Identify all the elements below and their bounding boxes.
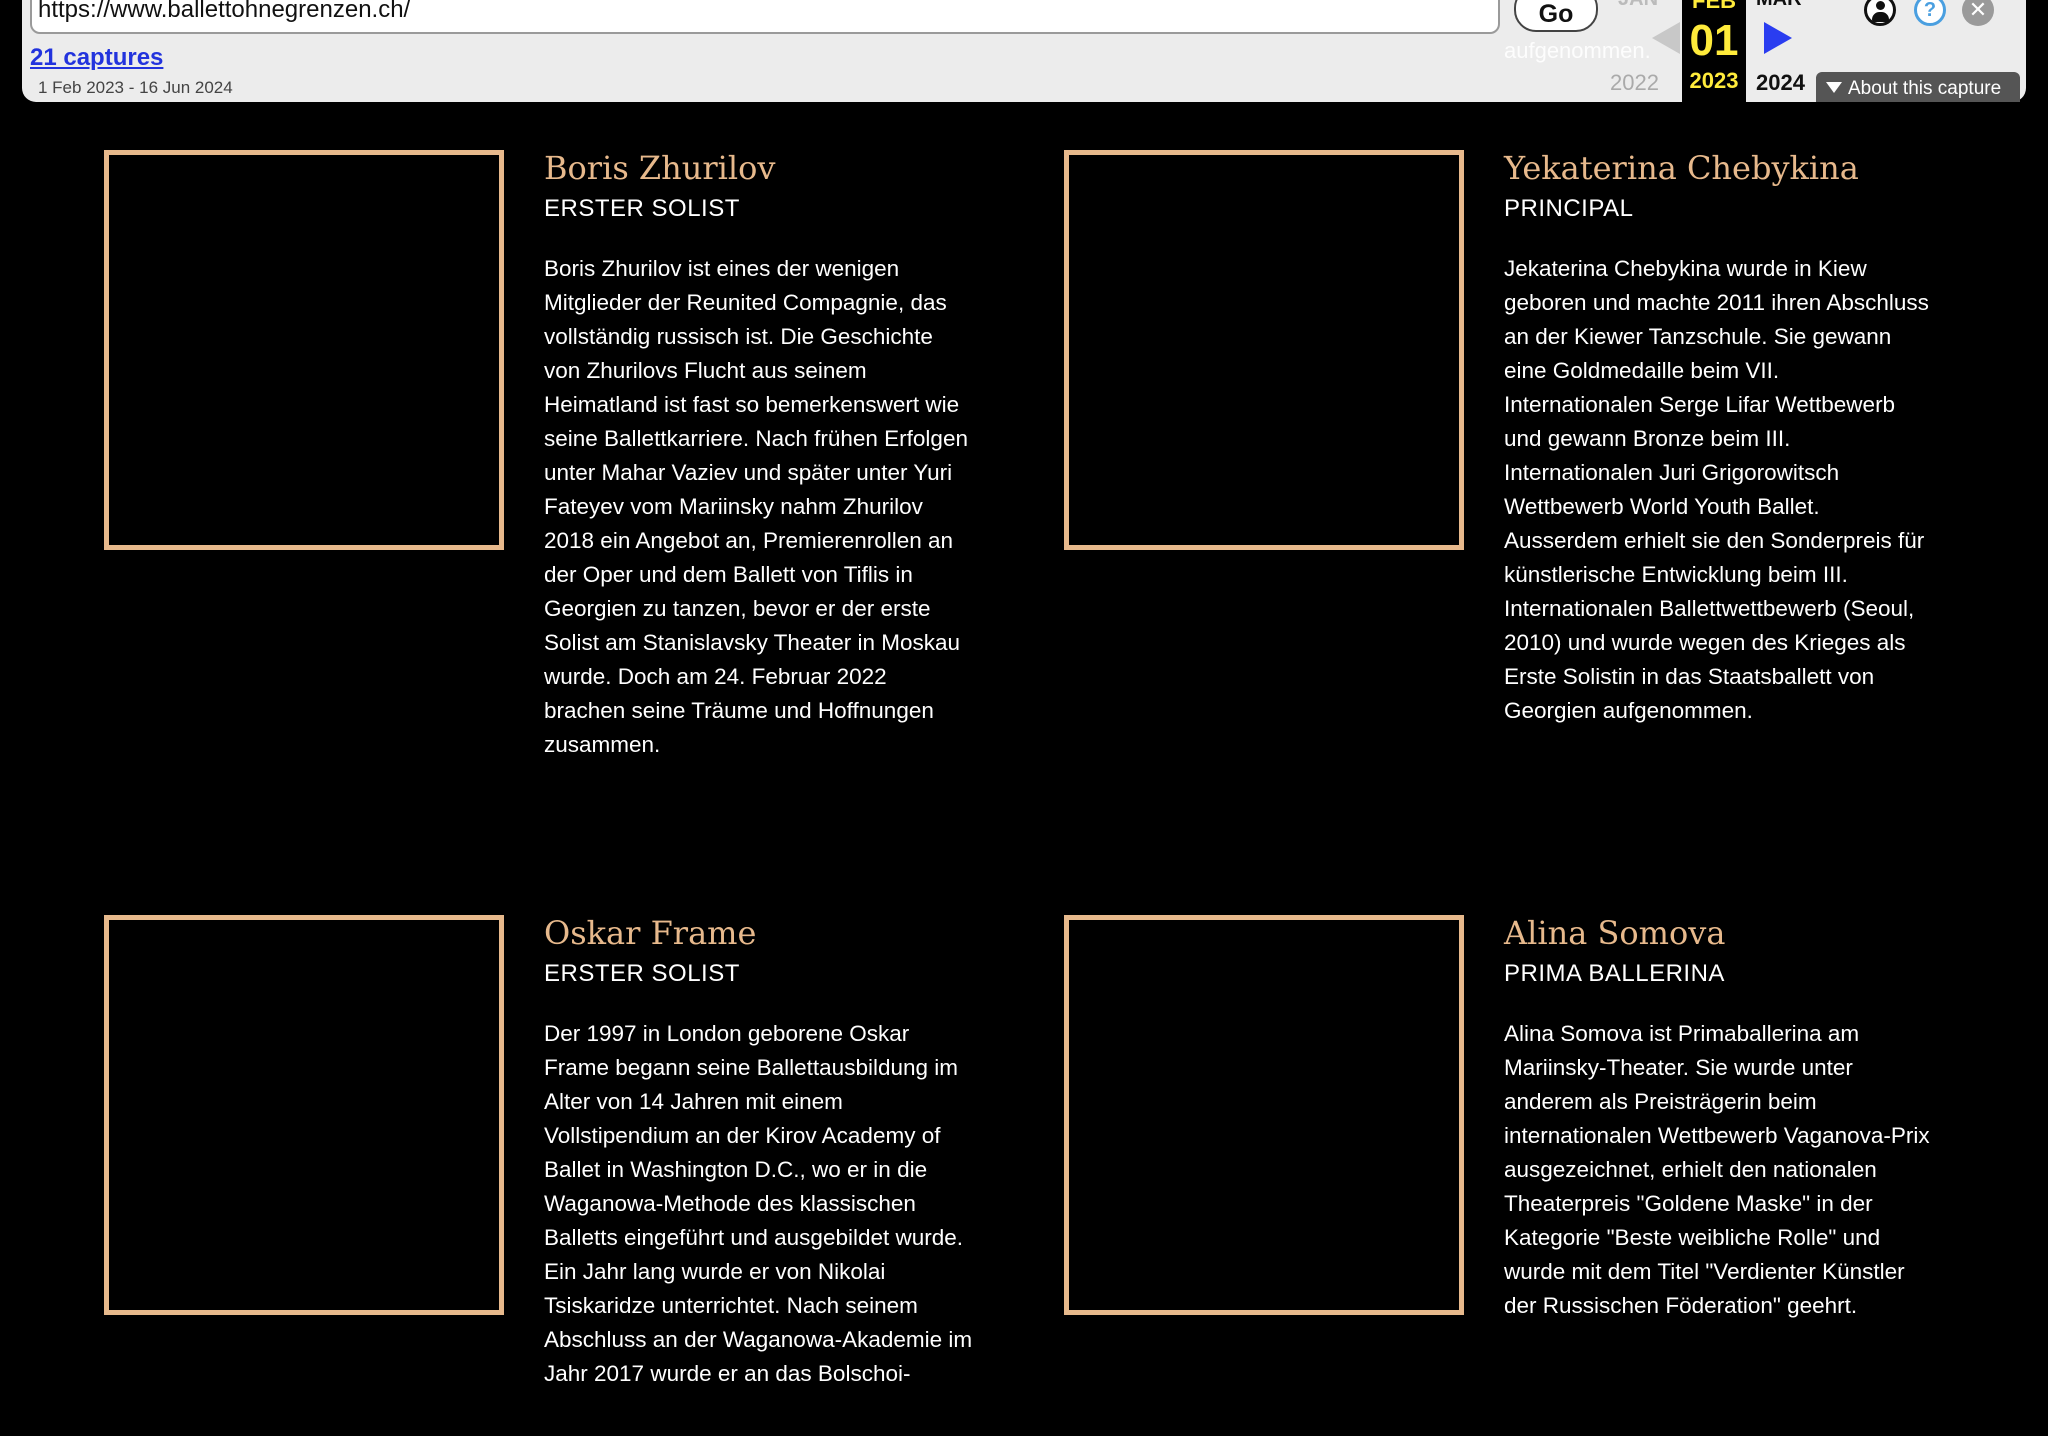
dancer-name: Boris Zhurilov — [544, 149, 776, 187]
captures-link[interactable]: 21 captures — [30, 44, 163, 72]
user-account-icon[interactable] — [1864, 0, 1896, 26]
dancer-info: Yekaterina Chebykina PRINCIPAL Jekaterin… — [1504, 150, 1934, 728]
dancer-name: Alina Somova — [1504, 914, 1726, 952]
dancer-role: ERSTER SOLIST — [544, 960, 740, 987]
dancer-bio: Boris Zhurilov ist eines der wenigen Mit… — [544, 256, 968, 757]
next-month-label[interactable]: MAR — [1756, 0, 1802, 11]
current-month: FEB — [1692, 0, 1736, 13]
dancer-info: Alina Somova PRIMA BALLERINA Alina Somov… — [1504, 915, 1934, 1323]
current-capture-date: FEB 01 2023 — [1682, 0, 1746, 102]
dancer-name: Yekaterina Chebykina — [1504, 149, 1859, 187]
next-year-label[interactable]: 2024 — [1756, 70, 1805, 96]
dancer-info: Oskar Frame ERSTER SOLIST Der 1997 in Lo… — [544, 915, 974, 1391]
dancer-name: Oskar Frame — [544, 914, 757, 952]
help-icon[interactable]: ? — [1914, 0, 1946, 26]
dancer-photo — [1064, 150, 1464, 550]
chevron-down-icon — [1826, 82, 1842, 93]
background-bleed-text: aufgenommen. — [1504, 38, 1651, 63]
user-icon-body — [1872, 12, 1889, 22]
current-year: 2023 — [1689, 68, 1739, 93]
url-input[interactable]: https://www.ballettohnegrenzen.ch/ — [30, 0, 1500, 34]
dancer-bio: Jekaterina Chebykina wurde in Kiew gebor… — [1504, 256, 1929, 723]
next-capture-arrow-icon[interactable] — [1764, 22, 1792, 54]
dancer-role: PRIMA BALLERINA — [1504, 960, 1725, 987]
dancer-info: Boris Zhurilov ERSTER SOLIST Boris Zhuri… — [544, 150, 974, 762]
dancer-role: ERSTER SOLIST — [544, 195, 740, 222]
dancer-photo — [104, 150, 504, 550]
capture-date-range: 1 Feb 2023 - 16 Jun 2024 — [38, 78, 233, 97]
prev-month-label[interactable]: JAN — [1618, 0, 1658, 11]
dancer-photo — [104, 915, 504, 1315]
about-capture-label: About this capture — [1848, 78, 2002, 99]
wayback-toolbar-panel: https://www.ballettohnegrenzen.ch/ Go au… — [22, 0, 2026, 102]
wayback-toolbar: https://www.ballettohnegrenzen.ch/ Go au… — [14, 0, 2034, 112]
prev-capture-arrow-icon[interactable] — [1652, 22, 1680, 54]
prev-year-label[interactable]: 2022 — [1610, 70, 1659, 96]
user-icon-head — [1876, 1, 1885, 10]
dancer-bio: Der 1997 in London geborene Oskar Frame … — [544, 1021, 973, 1386]
dancer-photo — [1064, 915, 1464, 1315]
dancer-role: PRINCIPAL — [1504, 195, 1634, 222]
dancer-bio: Alina Somova ist Primaballerina am Marii… — [1504, 1021, 1930, 1318]
close-icon[interactable]: ✕ — [1962, 0, 1994, 26]
go-button[interactable]: Go — [1514, 0, 1598, 32]
current-day: 01 — [1689, 16, 1739, 65]
about-capture-button[interactable]: About this capture — [1816, 72, 2020, 102]
